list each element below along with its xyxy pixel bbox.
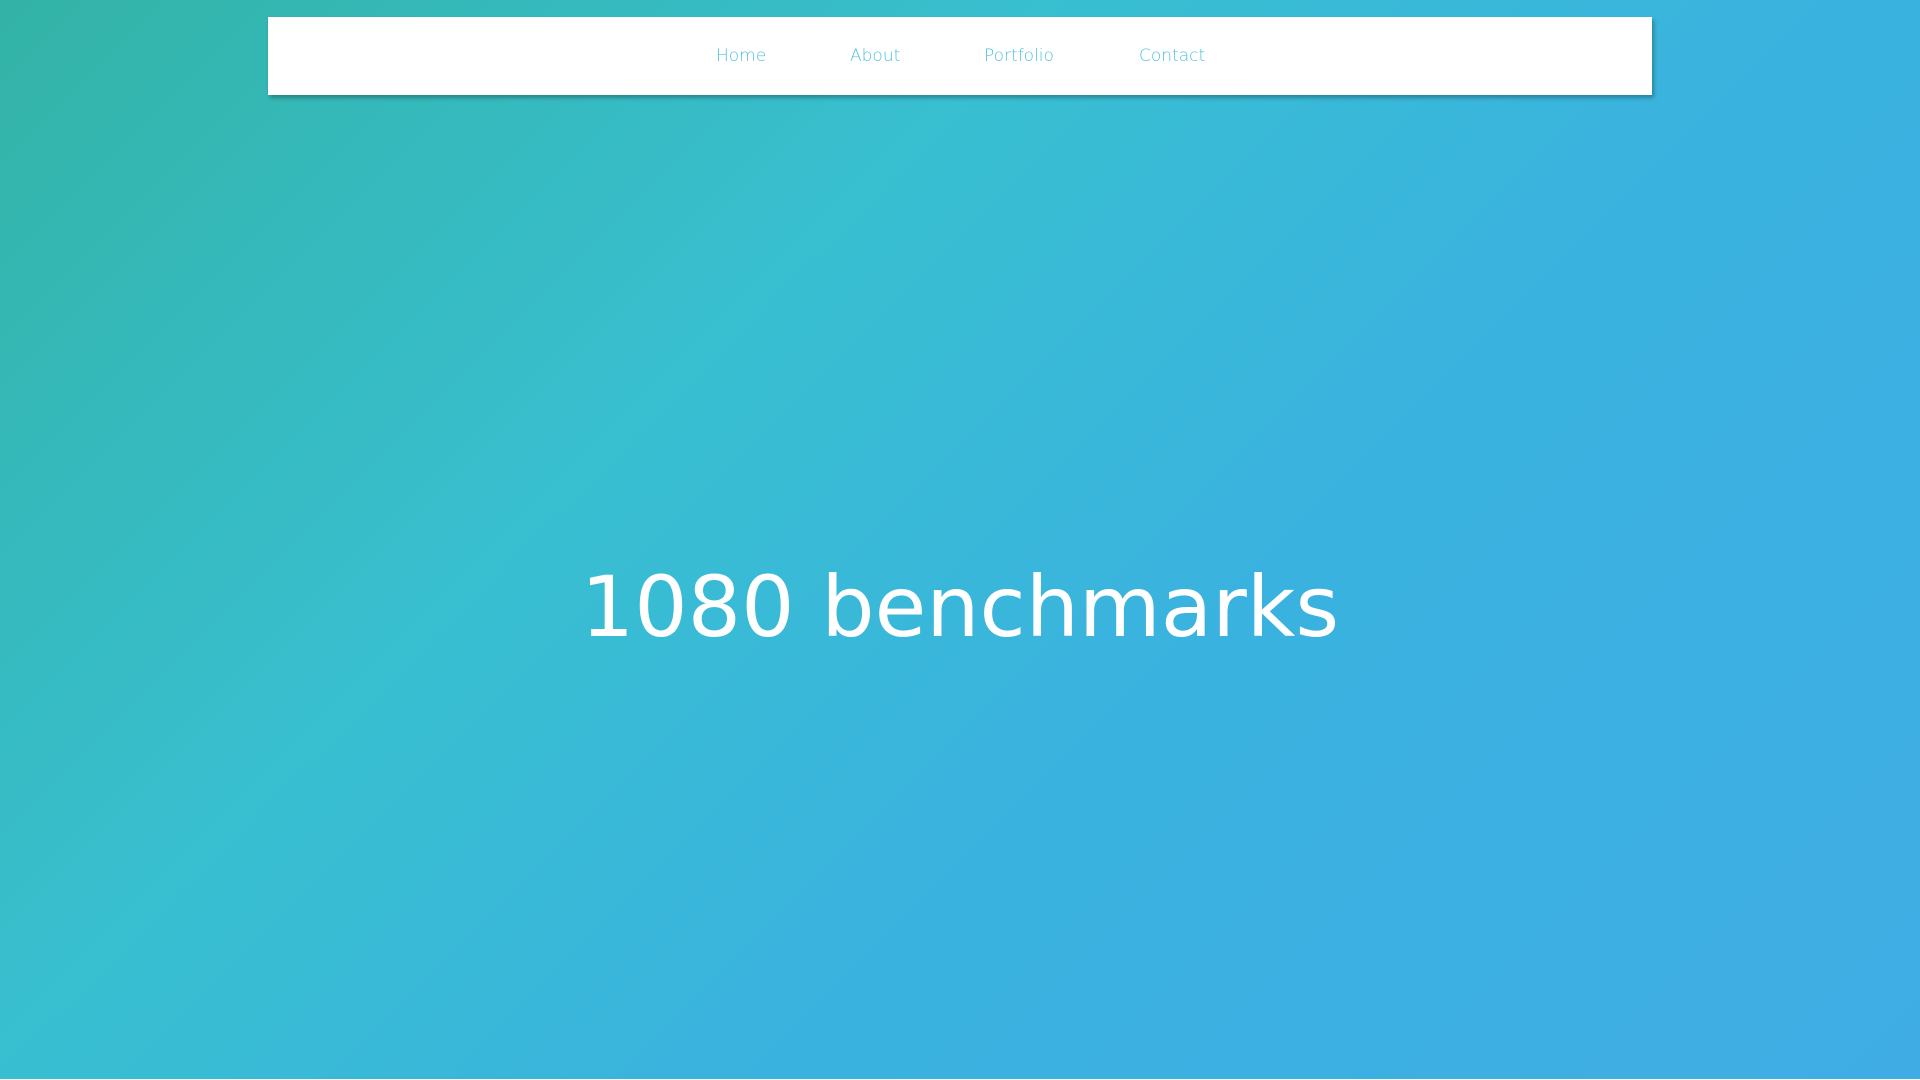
nav-link-home[interactable]: Home: [716, 46, 766, 66]
hero-section: Home About Portfolio Contact 1080 benchm…: [0, 0, 1920, 1079]
nav-link-about[interactable]: About: [850, 46, 900, 66]
top-navbar: Home About Portfolio Contact: [268, 17, 1652, 95]
nav-link-portfolio[interactable]: Portfolio: [984, 46, 1054, 66]
nav-menu: Home About Portfolio Contact: [268, 17, 1652, 95]
hero-title: 1080 benchmarks: [580, 558, 1340, 656]
nav-link-contact[interactable]: Contact: [1139, 46, 1205, 66]
